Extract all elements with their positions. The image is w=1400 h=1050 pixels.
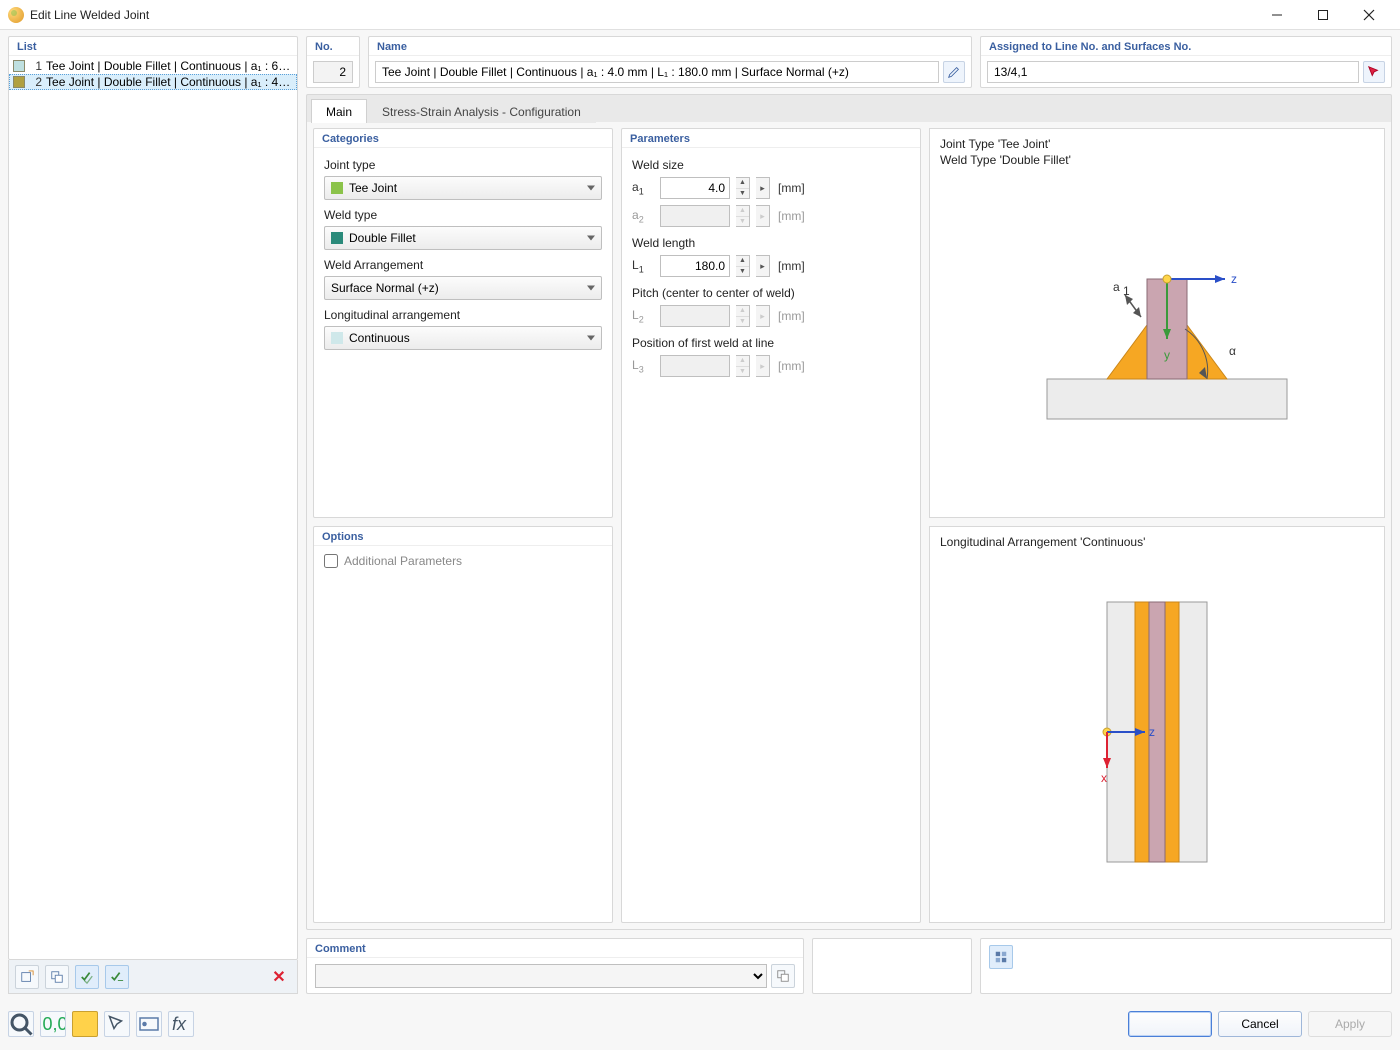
list-item[interactable]: 1 Tee Joint | Double Fillet | Continuous… xyxy=(9,58,297,74)
parameters-panel: Parameters Weld size a1 ▲▼ ▸ [mm] xyxy=(621,128,921,923)
preview-tools-panel xyxy=(980,938,1392,994)
l2-spinner: ▲▼ xyxy=(736,305,750,327)
svg-text:fx: fx xyxy=(172,1014,187,1034)
select-in-model-button[interactable] xyxy=(1363,61,1385,83)
number-panel: No. xyxy=(306,36,360,88)
l3-more-button: ▸ xyxy=(756,355,770,377)
check-all-button[interactable] xyxy=(75,965,99,989)
tab-main[interactable]: Main xyxy=(311,99,367,123)
app-icon xyxy=(8,7,24,23)
name-input[interactable] xyxy=(375,61,939,83)
longitudinal-preview-panel: Longitudinal Arrangement 'Continuous' z xyxy=(929,526,1385,923)
minimize-button[interactable] xyxy=(1254,0,1300,30)
weld-arrangement-select[interactable]: Surface Normal (+z) xyxy=(324,276,602,300)
uncheck-button[interactable] xyxy=(105,965,129,989)
color-swatch xyxy=(13,60,25,72)
weld-type-select[interactable]: Double Fillet xyxy=(324,226,602,250)
svg-text:z: z xyxy=(1231,272,1237,286)
cancel-button[interactable]: Cancel xyxy=(1218,1011,1302,1037)
a1-spinner[interactable]: ▲▼ xyxy=(736,177,750,199)
a1-input[interactable] xyxy=(660,177,730,199)
options-panel: Options Additional Parameters xyxy=(313,526,613,923)
svg-text:0,00: 0,00 xyxy=(43,1014,66,1034)
copy-item-button[interactable] xyxy=(45,965,69,989)
new-item-button[interactable] xyxy=(15,965,39,989)
tab-stress-strain[interactable]: Stress-Strain Analysis - Configuration xyxy=(367,99,596,123)
function-button[interactable]: fx xyxy=(168,1011,194,1037)
list-header: List xyxy=(9,37,297,56)
l1-input[interactable] xyxy=(660,255,730,277)
additional-parameters-checkbox[interactable]: Additional Parameters xyxy=(324,554,602,568)
title-bar: Edit Line Welded Joint xyxy=(0,0,1400,30)
comment-select[interactable] xyxy=(315,964,767,988)
ok-button[interactable] xyxy=(1128,1011,1212,1037)
l3-spinner: ▲▼ xyxy=(736,355,750,377)
l1-more-button[interactable]: ▸ xyxy=(756,255,770,277)
a2-more-button: ▸ xyxy=(756,205,770,227)
close-button[interactable] xyxy=(1346,0,1392,30)
categories-panel: Categories Joint type Tee Joint Weld typ… xyxy=(313,128,613,518)
l1-spinner[interactable]: ▲▼ xyxy=(736,255,750,277)
a1-more-button[interactable]: ▸ xyxy=(756,177,770,199)
units-button[interactable]: 0,00 xyxy=(40,1011,66,1037)
longitudinal-diagram: z x xyxy=(940,551,1374,914)
svg-text:y: y xyxy=(1164,348,1170,362)
delete-item-button[interactable]: ✕ xyxy=(267,965,291,989)
color-swatch xyxy=(13,76,25,88)
svg-text:x: x xyxy=(1101,771,1107,785)
list-panel: List 1 Tee Joint | Double Fillet | Conti… xyxy=(8,36,298,960)
longitudinal-arrangement-select[interactable]: Continuous xyxy=(324,326,602,350)
help-button[interactable] xyxy=(8,1011,34,1037)
svg-text:α: α xyxy=(1229,344,1236,358)
color-button[interactable] xyxy=(72,1011,98,1037)
view-settings-button[interactable] xyxy=(989,945,1013,969)
edit-name-button[interactable] xyxy=(943,61,965,83)
aux-panel xyxy=(812,938,972,994)
l2-more-button: ▸ xyxy=(756,305,770,327)
svg-text:a: a xyxy=(1113,280,1120,294)
number-input[interactable] xyxy=(313,61,353,83)
a2-spinner: ▲▼ xyxy=(736,205,750,227)
name-panel: Name xyxy=(368,36,972,88)
joint-preview-panel: Joint Type 'Tee Joint'Weld Type 'Double … xyxy=(929,128,1385,518)
assigned-input[interactable] xyxy=(987,61,1359,83)
comment-panel: Comment xyxy=(306,938,804,994)
pick-button[interactable] xyxy=(104,1011,130,1037)
svg-text:1: 1 xyxy=(1123,284,1130,298)
info-button[interactable] xyxy=(136,1011,162,1037)
joint-diagram: y z a1 α xyxy=(940,168,1374,509)
l3-input xyxy=(660,355,730,377)
maximize-button[interactable] xyxy=(1300,0,1346,30)
window-title: Edit Line Welded Joint xyxy=(30,8,1254,22)
assigned-panel: Assigned to Line No. and Surfaces No. xyxy=(980,36,1392,88)
list-toolbar: ✕ xyxy=(8,960,298,994)
joint-type-select[interactable]: Tee Joint xyxy=(324,176,602,200)
svg-text:z: z xyxy=(1149,725,1155,739)
tab-bar: Main Stress-Strain Analysis - Configurat… xyxy=(306,94,1392,122)
l2-input xyxy=(660,305,730,327)
a2-input xyxy=(660,205,730,227)
apply-button[interactable]: Apply xyxy=(1308,1011,1392,1037)
list-item[interactable]: 2 Tee Joint | Double Fillet | Continuous… xyxy=(9,74,297,90)
comment-library-button[interactable] xyxy=(771,964,795,988)
bottom-bar: 0,00 fx Cancel Apply xyxy=(8,1006,1392,1042)
